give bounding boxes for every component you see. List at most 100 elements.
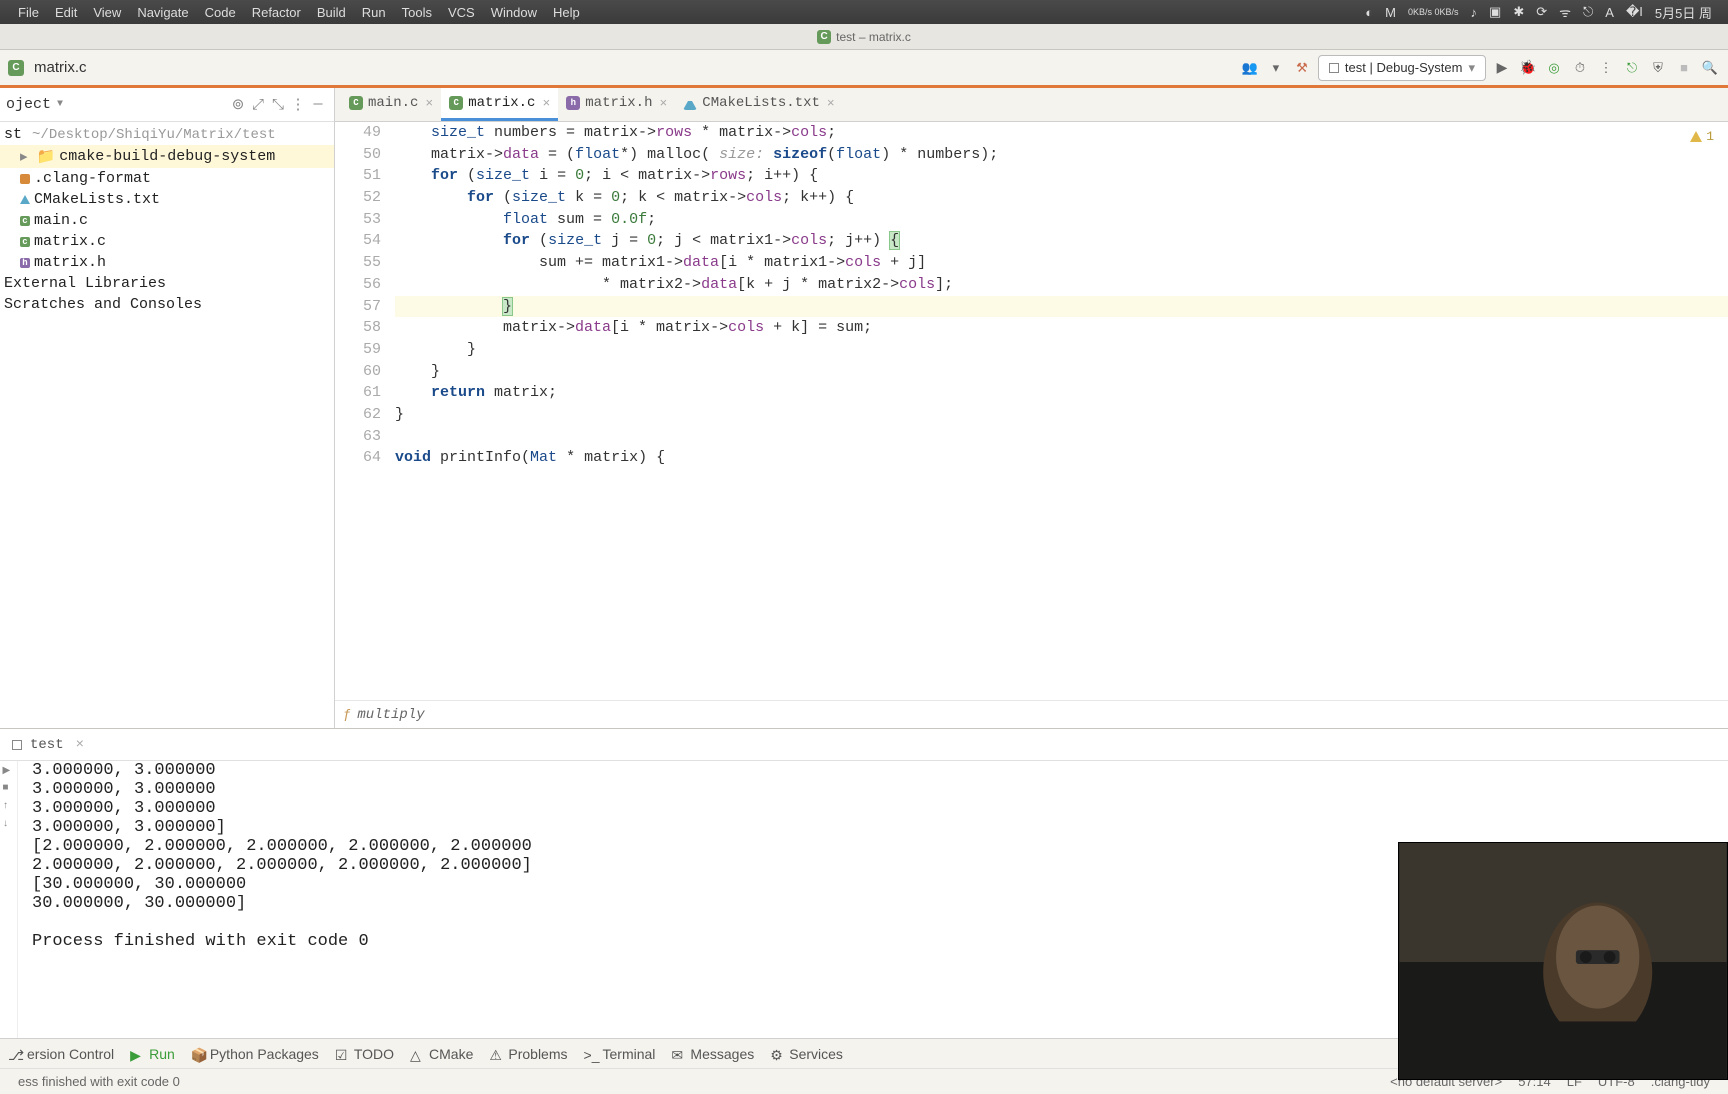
editor-tab[interactable]: CMakeLists.txt× <box>675 88 842 121</box>
close-icon[interactable]: × <box>659 96 667 111</box>
build-icon[interactable]: ⚒ <box>1292 58 1312 78</box>
up-icon[interactable]: ↑ <box>3 801 15 813</box>
coverage-icon[interactable]: ◎ <box>1544 58 1564 78</box>
wifi-icon[interactable]: ᯤ <box>1553 3 1577 21</box>
menu-navigate[interactable]: Navigate <box>129 5 196 20</box>
inspection-badge[interactable]: 1 <box>1690 126 1714 148</box>
gmail-icon[interactable]: M <box>1379 5 1402 20</box>
tool-strip-item[interactable]: ☑TODO <box>335 1046 394 1062</box>
editor-tab[interactable]: Cmatrix.c× <box>441 88 558 121</box>
code-area[interactable]: 49505152535455565758596061626364 size_t … <box>335 122 1728 700</box>
hide-icon[interactable]: — <box>308 96 328 113</box>
menu-help[interactable]: Help <box>545 5 588 20</box>
video-icon[interactable]: ▣ <box>1483 4 1507 20</box>
chevron-down-icon: ▾ <box>1468 60 1475 76</box>
breadcrumb-function: multiply <box>357 707 424 723</box>
menu-view[interactable]: View <box>85 5 129 20</box>
menu-file[interactable]: File <box>10 5 47 20</box>
chevron-down-icon[interactable]: ▼ <box>57 99 63 110</box>
down-icon[interactable]: ↓ <box>3 819 15 831</box>
more-icon[interactable]: ⋮ <box>288 95 308 114</box>
run-button[interactable]: ▶ <box>1492 58 1512 78</box>
search-icon[interactable]: 🔍 <box>1700 58 1720 78</box>
project-header: oject ▼ ⊚ ⤢ ⤡ ⋮ — <box>0 88 334 122</box>
bell-icon[interactable]: ♪ <box>1465 5 1484 20</box>
menu-code[interactable]: Code <box>197 5 244 20</box>
lang-icon[interactable]: A <box>1599 5 1620 20</box>
webcam-overlay <box>1398 842 1728 1080</box>
control-center-icon[interactable]: �І <box>1620 4 1649 20</box>
project-tool-window: oject ▼ ⊚ ⤢ ⤡ ⋮ — st~/Desktop/ShiqiYu/Ma… <box>0 88 335 728</box>
editor-tab[interactable]: hmatrix.h× <box>558 88 675 121</box>
config-icon <box>1329 63 1339 73</box>
attach-icon[interactable]: ⎋ <box>1622 58 1642 78</box>
tree-item[interactable]: hmatrix.h <box>0 252 334 273</box>
tree-item[interactable]: External Libraries <box>0 273 334 294</box>
file-type-icon: C <box>817 30 831 44</box>
tree-item[interactable]: ▸ 📁cmake-build-debug-system <box>0 145 334 168</box>
project-title[interactable]: oject <box>6 96 51 113</box>
menu-refactor[interactable]: Refactor <box>244 5 309 20</box>
editor-breadcrumb[interactable]: ƒ multiply <box>335 700 1728 728</box>
line-gutter[interactable]: 49505152535455565758596061626364 <box>335 122 395 700</box>
run-tab-label[interactable]: test <box>30 737 64 753</box>
clock[interactable]: 5月5日 周 <box>1649 3 1718 22</box>
close-icon[interactable]: × <box>76 737 84 753</box>
wechat-icon[interactable]: ✱ <box>1507 4 1530 20</box>
mac-menubar: FileEditViewNavigateCodeRefactorBuildRun… <box>0 0 1728 24</box>
tree-item[interactable]: Scratches and Consoles <box>0 294 334 315</box>
tree-item[interactable]: CMakeLists.txt <box>0 189 334 210</box>
tool-strip-item[interactable]: ▶Run <box>130 1046 175 1062</box>
close-icon[interactable]: × <box>542 96 550 111</box>
menu-icon[interactable]: ⎋ <box>1577 4 1599 20</box>
editor: Cmain.c×Cmatrix.c×hmatrix.h×CMakeLists.t… <box>335 88 1728 728</box>
close-icon[interactable]: × <box>827 96 835 111</box>
file-type-icon: C <box>8 60 24 76</box>
shield-icon[interactable]: ⛨ <box>1648 58 1668 78</box>
breadcrumb-file[interactable]: matrix.c <box>34 59 87 76</box>
menu-run[interactable]: Run <box>354 5 394 20</box>
navigation-toolbar: C matrix.c 👥 ▾ ⚒ test | Debug-System ▾ ▶… <box>0 50 1728 88</box>
code-content[interactable]: size_t numbers = matrix->rows * matrix->… <box>395 122 1728 700</box>
editor-tab[interactable]: Cmain.c× <box>341 88 441 121</box>
tool-strip-item[interactable]: 📦Python Packages <box>191 1046 319 1062</box>
expand-icon[interactable]: ⤢ <box>248 96 268 114</box>
tool-strip-item[interactable]: △CMake <box>410 1046 473 1062</box>
debug-button[interactable]: 🐞 <box>1518 58 1538 78</box>
menu-tools[interactable]: Tools <box>394 5 440 20</box>
close-icon[interactable]: × <box>425 96 433 111</box>
stop-icon[interactable]: ■ <box>3 783 15 795</box>
rerun-icon[interactable]: ▶ <box>3 765 15 777</box>
net-icon: 0KB/s 0KB/s <box>1402 7 1465 17</box>
warning-icon <box>1690 131 1702 142</box>
menu-vcs[interactable]: VCS <box>440 5 483 20</box>
tray-icon[interactable]: ◐ <box>1359 5 1379 20</box>
code-with-me-icon[interactable]: 👥 <box>1240 58 1260 78</box>
tool-strip-item[interactable]: ⚠Problems <box>489 1046 567 1062</box>
menu-build[interactable]: Build <box>309 5 354 20</box>
menu-edit[interactable]: Edit <box>47 5 85 20</box>
run-tabs: test × <box>0 729 1728 761</box>
window-title-bar: C test – matrix.c <box>0 24 1728 50</box>
target-icon[interactable]: ⊚ <box>228 95 248 114</box>
config-label: test | Debug-System <box>1345 60 1463 75</box>
tree-item[interactable]: .clang-format <box>0 168 334 189</box>
tool-strip-item[interactable]: ⎇ersion Control <box>8 1046 114 1062</box>
chevron-down-icon[interactable]: ▾ <box>1266 58 1286 78</box>
menu-window[interactable]: Window <box>483 5 545 20</box>
tree-item[interactable]: cmain.c <box>0 210 334 231</box>
window-title: test – matrix.c <box>836 30 911 44</box>
project-tree[interactable]: st~/Desktop/ShiqiYu/Matrix/test▸ 📁cmake-… <box>0 122 334 317</box>
tree-item[interactable]: cmatrix.c <box>0 231 334 252</box>
tool-strip-item[interactable]: >_Terminal <box>584 1046 656 1062</box>
profile-icon[interactable]: ⏱ <box>1570 58 1590 78</box>
stop-button[interactable]: ■ <box>1674 58 1694 78</box>
more-icon[interactable]: ⋮ <box>1596 58 1616 78</box>
tool-strip-item[interactable]: ⚙Services <box>770 1046 843 1062</box>
function-icon: ƒ <box>343 707 351 723</box>
run-config-selector[interactable]: test | Debug-System ▾ <box>1318 55 1486 81</box>
tree-root[interactable]: st~/Desktop/ShiqiYu/Matrix/test <box>0 124 334 145</box>
tool-strip-item[interactable]: ✉Messages <box>671 1046 754 1062</box>
collapse-icon[interactable]: ⤡ <box>268 96 288 114</box>
sync-icon[interactable]: ⟳ <box>1530 4 1553 20</box>
